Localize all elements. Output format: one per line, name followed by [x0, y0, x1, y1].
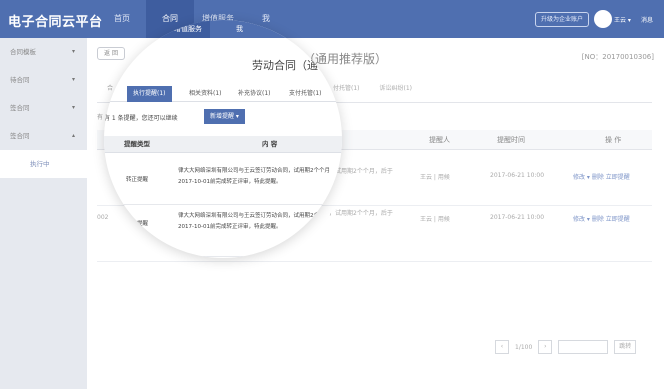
- chevron-down-icon: ▾: [71, 76, 75, 83]
- lens-tab-bar: 执行提醒(1) 相关资料(1) 补充协议(1) 支付托管(1): [104, 84, 342, 102]
- reminder-person-cell: 王云 | 用候: [420, 216, 450, 223]
- lens-topnav-value-added[interactable]: 增值服务: [174, 24, 202, 34]
- reminder-type-cell: 转正提醒: [126, 221, 149, 227]
- back-button[interactable]: 返 回: [97, 47, 125, 60]
- column-actions: 操 作: [605, 136, 622, 144]
- tab-payment-escrow[interactable]: 支付托管(1): [289, 86, 322, 102]
- column-reminder-time: 提醒时间: [497, 136, 525, 144]
- sidebar-item-label: 待合同: [10, 76, 30, 84]
- sidebar-subitem-in-progress[interactable]: 执行中: [0, 150, 87, 178]
- messages-link[interactable]: 消息: [641, 15, 653, 24]
- user-menu[interactable]: 王云 ▾: [614, 15, 631, 24]
- sidebar-item-label: 签合同: [10, 132, 30, 140]
- next-page-button[interactable]: ›: [538, 340, 553, 354]
- column-reminder-person: 提醒人: [429, 136, 450, 144]
- reminder-time-cell: 2017-06-21 10:00: [490, 214, 545, 221]
- tab-related-documents[interactable]: 相关资料(1): [189, 86, 222, 102]
- sidebar-item-signed[interactable]: 签合同 ▴: [0, 122, 87, 150]
- lens-top-bar: 增值服务 我: [104, 20, 342, 38]
- reminder-person-cell: 王云 | 用候: [420, 174, 450, 181]
- reminder-content-line1: 律大大网络深圳有限公司与王云签订劳动合同，试用期2个个月: [178, 213, 331, 219]
- page-indicator: 1/100: [515, 343, 533, 351]
- chevron-down-icon: ▾: [71, 48, 75, 55]
- reminder-content-line1: 律大大网络深圳有限公司与王云签订劳动合同，试用期2个个月: [178, 168, 331, 174]
- tab-execution-reminder[interactable]: 执行提醒(1): [127, 86, 172, 102]
- row-actions[interactable]: 修改 ▾ 删除 立即提醒: [573, 214, 630, 223]
- lens-topnav-me[interactable]: 我: [236, 24, 243, 34]
- document-number: [NO：20170010306]: [581, 53, 654, 61]
- magnifier-lens: 增值服务 我 劳动合同（通 执行提醒(1) 相关资料(1) 补充协议(1) 支付…: [104, 20, 342, 258]
- sidebar-item-templates[interactable]: 合同模板 ▾: [0, 38, 87, 66]
- prev-page-button[interactable]: ‹: [495, 340, 509, 354]
- upgrade-account-button[interactable]: 升级为企业账户: [535, 12, 590, 27]
- chevron-up-icon: ▴: [71, 132, 75, 139]
- chevron-down-icon: ▾: [71, 104, 75, 111]
- avatar[interactable]: [594, 10, 612, 28]
- go-to-page-button[interactable]: 跳转: [614, 340, 637, 354]
- tab-supplementary-agreement[interactable]: 补充协议(1): [238, 86, 271, 102]
- page-number-input[interactable]: [558, 340, 609, 354]
- app-window: 电子合同云平台 首页 合同 增值服务 我 升级为企业账户 王云 ▾ 消息 合同模…: [0, 0, 664, 389]
- reminder-count-text: 有 1 条提醒，您还可以继续: [104, 115, 178, 122]
- reminder-row: 转正提醒 律大大网络深圳有限公司与王云签订劳动合同，试用期2个个月 2017-1…: [104, 153, 342, 205]
- row-actions[interactable]: 修改 ▾ 删除 立即提醒: [573, 172, 630, 181]
- sidebar-item-label: 签合同: [10, 104, 30, 112]
- reminder-type-cell: 转正提醒: [126, 177, 149, 183]
- app-logo-title: 电子合同云平台: [8, 15, 103, 30]
- tab-litigation[interactable]: 诉讼纠纷(1): [370, 83, 423, 102]
- contract-title: 劳动合同（通: [252, 59, 318, 72]
- reminder-content-line2: 2017-10-01前完成转正评审，特此提醒。: [178, 224, 282, 230]
- reminder-time-cell: 2017-06-21 10:00: [490, 172, 545, 179]
- column-content: 内 容: [262, 140, 278, 148]
- add-reminder-button[interactable]: 新增提醒 ▾: [204, 109, 245, 124]
- sidebar-item-label: 合同模板: [10, 48, 36, 56]
- sidebar-item-pending[interactable]: 待合同 ▾: [0, 66, 87, 94]
- sidebar-item-sign[interactable]: 签合同 ▾: [0, 94, 87, 122]
- column-reminder-type: 提醒类型: [124, 140, 150, 148]
- reminder-table-header: 提醒类型 内 容: [104, 136, 342, 153]
- reminder-content-line2: 2017-10-01前完成转正评审，特此提醒。: [178, 179, 282, 185]
- pagination: ‹ 1/100 › 跳转: [495, 340, 637, 354]
- sidebar: 合同模板 ▾ 待合同 ▾ 签合同 ▾ 签合同 ▴ 执行中: [0, 38, 87, 389]
- reminder-row: 转正提醒 律大大网络深圳有限公司与王云签订劳动合同，试用期2个个月 2017-1…: [104, 205, 342, 257]
